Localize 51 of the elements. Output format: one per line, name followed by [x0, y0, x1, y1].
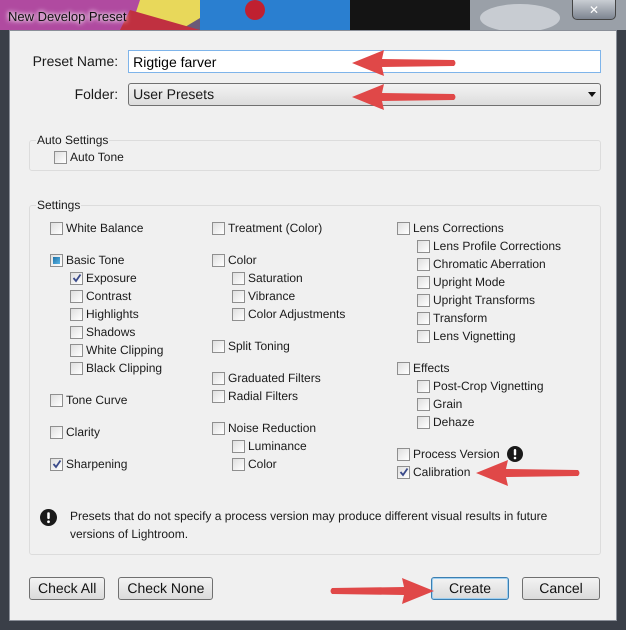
checkbox[interactable]: White Clipping: [70, 341, 212, 359]
checkbox[interactable]: Dehaze: [417, 413, 587, 431]
checkbox[interactable]: Upright Transforms: [417, 291, 587, 309]
checkbox[interactable]: Process Version: [397, 445, 500, 463]
dropdown-caret-icon: [588, 92, 596, 97]
checkbox[interactable]: Sharpening: [50, 455, 128, 473]
checkbox[interactable]: Post-Crop Vignetting: [417, 377, 587, 395]
checkbox[interactable]: Luminance: [232, 437, 397, 455]
checkmark-icon: [52, 459, 62, 469]
checkbox[interactable]: Upright Mode: [417, 273, 587, 291]
checkbox[interactable]: Color: [232, 455, 397, 473]
checkmark-icon: [72, 273, 82, 283]
checkbox[interactable]: White Balance: [50, 219, 144, 237]
action-button[interactable]: Check All: [29, 577, 106, 600]
checkbox[interactable]: Basic Tone: [50, 251, 124, 269]
action-button[interactable]: Create: [431, 577, 509, 600]
checkbox[interactable]: Contrast: [70, 287, 212, 305]
checkbox[interactable]: Split Toning: [212, 337, 290, 355]
checkbox[interactable]: Noise Reduction: [212, 419, 316, 437]
checkbox[interactable]: Effects: [397, 359, 450, 377]
partial-check-icon: [53, 256, 60, 264]
checkbox[interactable]: Grain: [417, 395, 587, 413]
checkbox[interactable]: Saturation: [232, 269, 397, 287]
checkbox[interactable]: Calibration: [397, 463, 470, 481]
checkbox[interactable]: Clarity: [50, 423, 100, 441]
action-button[interactable]: Check None: [118, 577, 214, 600]
checkbox[interactable]: Chromatic Aberration: [417, 255, 587, 273]
checkbox[interactable]: Tone Curve: [50, 391, 128, 409]
checkbox[interactable]: Color Adjustments: [232, 305, 397, 323]
window-title: New Develop Preset: [8, 8, 126, 26]
field-label: Preset Name:: [32, 52, 120, 71]
action-button[interactable]: Cancel: [522, 577, 600, 600]
field-label: Folder:: [74, 85, 120, 104]
preset-name-field[interactable]: Rigtige farver: [128, 50, 601, 73]
checkbox[interactable]: Shadows: [70, 323, 212, 341]
checkbox[interactable]: Treatment (Color): [212, 219, 322, 237]
checkbox[interactable]: Highlights: [70, 305, 212, 323]
checkbox[interactable]: Lens Corrections: [397, 219, 504, 237]
checkmark-icon: [398, 467, 408, 477]
checkbox[interactable]: Exposure: [70, 269, 212, 287]
checkbox[interactable]: Vibrance: [232, 287, 397, 305]
checkbox[interactable]: Radial Filters: [212, 387, 298, 405]
note-text: Presets that do not specify a process version may produce different visual results in future versions of Lightroom.: [70, 508, 548, 543]
checkbox[interactable]: Transform: [417, 309, 587, 327]
checkbox[interactable]: Lens Profile Corrections: [417, 237, 587, 255]
folder-dropdown[interactable]: User Presets: [128, 83, 601, 106]
checkbox[interactable]: Color: [212, 251, 257, 269]
checkbox[interactable]: Black Clipping: [70, 359, 212, 377]
checkbox[interactable]: Graduated Filters: [212, 369, 321, 387]
checkbox[interactable]: Lens Vignetting: [417, 327, 587, 345]
warning-icon: [40, 509, 57, 526]
